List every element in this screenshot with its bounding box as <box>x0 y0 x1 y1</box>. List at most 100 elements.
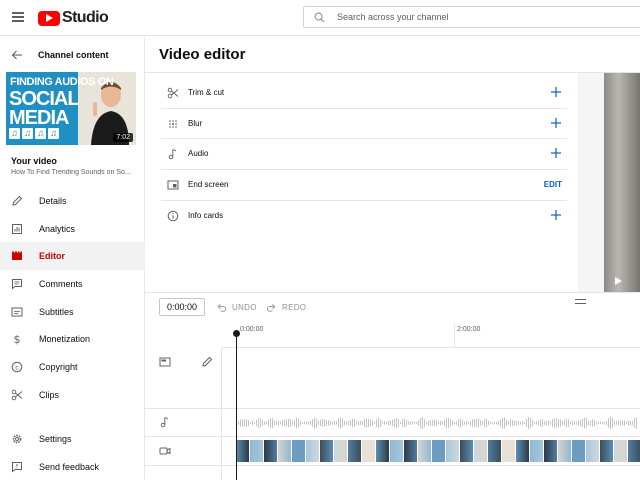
add-audio-button[interactable] <box>549 146 563 160</box>
audio-waveform[interactable] <box>238 413 640 433</box>
video-frame <box>250 440 264 462</box>
video-frame <box>628 440 640 462</box>
sidebar-bottom-nav: Settings Send feedback <box>0 425 145 480</box>
tool-row-blur[interactable]: Blur <box>161 109 567 140</box>
sidebar-item-label: Subtitles <box>39 306 74 317</box>
sidebar-item-send-feedback[interactable]: Send feedback <box>0 453 145 480</box>
sidebar-item-details[interactable]: Details <box>0 187 145 215</box>
tool-row-info-cards[interactable]: Info cards <box>161 201 567 232</box>
video-duration: 7:02 <box>113 133 133 142</box>
track-headers <box>145 348 222 480</box>
top-bar: Studio <box>0 0 640 36</box>
video-frame <box>362 440 376 462</box>
sidebar-item-label: Editor <box>39 251 65 262</box>
divider <box>145 72 640 73</box>
music-note-icon: ♫ <box>22 128 33 139</box>
pencil-icon <box>12 195 23 206</box>
video-track-filmstrip[interactable] <box>236 440 640 462</box>
sidebar-item-label: Analytics <box>39 223 76 234</box>
info-icon <box>167 210 179 222</box>
sidebar-item-label: Clips <box>39 389 60 400</box>
video-frame <box>600 440 614 462</box>
video-frame <box>348 440 362 462</box>
undo-icon <box>217 303 227 312</box>
dollar-icon: $ <box>14 333 21 345</box>
redo-button[interactable]: REDO <box>266 301 306 313</box>
preview-margin <box>578 73 604 292</box>
sidebar-item-label: Copyright <box>39 362 78 373</box>
music-note-icon: ♫ <box>35 128 46 139</box>
video-title: How To Find Trending Sounds on So... <box>11 169 131 176</box>
video-frame <box>404 440 418 462</box>
arrow-back-icon <box>11 50 22 60</box>
undo-label: UNDO <box>232 302 257 312</box>
sidebar-item-monetization[interactable]: $ Monetization <box>0 325 145 353</box>
comments-icon <box>12 279 22 290</box>
timeline-divider <box>145 292 640 293</box>
undo-button[interactable]: UNDO <box>216 301 257 313</box>
video-frame <box>530 440 544 462</box>
sidebar-item-clips[interactable]: Clips <box>0 381 145 409</box>
search-input[interactable] <box>337 12 617 22</box>
tool-row-audio[interactable]: Audio <box>161 139 567 171</box>
add-trim-button[interactable] <box>549 85 563 99</box>
video-frame <box>614 440 628 462</box>
redo-label: REDO <box>282 302 307 312</box>
video-frame <box>236 440 250 462</box>
blur-icon <box>169 119 177 128</box>
music-note-icon: ♫ <box>9 128 20 139</box>
feedback-icon <box>12 461 22 473</box>
timeline-ruler[interactable]: 0:00:00 2:00:00 <box>222 320 640 348</box>
video-frame <box>376 440 390 462</box>
sidebar-item-analytics[interactable]: Analytics <box>0 215 145 243</box>
ruler-time-label: 0:00:00 <box>240 326 264 333</box>
timecode-input[interactable] <box>159 298 205 316</box>
edit-track-pencil-icon[interactable] <box>201 356 213 368</box>
video-frame <box>418 440 432 462</box>
sidebar-item-label: Details <box>39 196 67 206</box>
sidebar-item-editor[interactable]: Editor <box>0 242 145 271</box>
back-label: Channel content <box>38 50 109 60</box>
video-preview[interactable] <box>604 73 640 292</box>
menu-icon[interactable] <box>12 12 24 22</box>
video-thumbnail[interactable]: FINDING AUDIOS ON SOCIAL MEDIA ♫ ♫ ♫ ♫ 7… <box>6 72 136 145</box>
video-frame <box>390 440 404 462</box>
sidebar-item-subtitles[interactable]: Subtitles <box>0 298 145 326</box>
sidebar-item-label: Comments <box>39 279 83 290</box>
svg-text:c: c <box>15 363 19 371</box>
studio-logo[interactable]: Studio <box>38 9 109 27</box>
resize-handle-icon[interactable] <box>575 299 586 304</box>
track-divider <box>145 436 640 437</box>
page-title: Video editor <box>159 46 246 63</box>
play-icon[interactable] <box>615 277 622 285</box>
tool-row-end-screen[interactable]: End screen EDIT <box>161 170 567 201</box>
add-blur-button[interactable] <box>549 116 563 130</box>
editor-icon <box>12 251 22 261</box>
playhead[interactable] <box>236 332 237 480</box>
your-video-label: Your video <box>11 156 57 166</box>
tool-label: Trim & cut <box>188 88 225 97</box>
sidebar-item-settings[interactable]: Settings <box>0 425 145 453</box>
video-frame <box>460 440 474 462</box>
edit-end-screen-button[interactable]: EDIT <box>544 180 562 189</box>
sidebar-item-comments[interactable]: Comments <box>0 270 145 298</box>
svg-text:$: $ <box>14 333 21 345</box>
sidebar-item-label: Settings <box>39 434 72 444</box>
subtitles-icon <box>11 307 23 317</box>
sidebar-nav: Details Analytics Editor Comments Subtit… <box>0 187 145 409</box>
scissors-icon <box>11 389 23 401</box>
music-notes-decoration: ♫ ♫ ♫ ♫ <box>9 128 59 139</box>
end-screen-track-icon <box>159 357 171 367</box>
playhead-handle[interactable] <box>233 330 240 337</box>
scissors-icon <box>167 87 179 99</box>
sidebar-item-label: Monetization <box>39 334 91 345</box>
video-frame <box>278 440 292 462</box>
sidebar-item-copyright[interactable]: c Copyright <box>0 353 145 381</box>
back-to-channel-content[interactable]: Channel content <box>0 45 145 65</box>
tool-row-trim-cut[interactable]: Trim & cut <box>161 78 567 109</box>
sidebar: Channel content FINDING AUDIOS ON SOCIAL… <box>0 37 145 480</box>
tool-label: Audio <box>188 149 209 159</box>
track-divider <box>145 408 640 409</box>
search-box[interactable] <box>303 6 640 28</box>
add-info-card-button[interactable] <box>549 208 563 222</box>
